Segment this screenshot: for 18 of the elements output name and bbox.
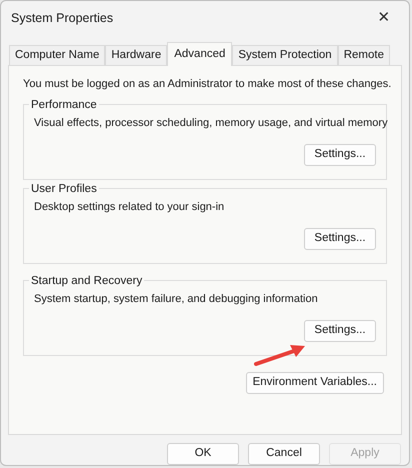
tab[interactable]: Remote (338, 44, 390, 65)
settings-button[interactable]: Settings... (304, 320, 376, 342)
tab[interactable]: Advanced (167, 42, 232, 66)
dialog-button[interactable]: Cancel (248, 443, 320, 465)
notice-text: You must be logged on as an Administrator to make most of these changes. (23, 76, 392, 92)
tab[interactable]: Computer Name (9, 44, 106, 65)
tab[interactable]: System Protection (232, 44, 338, 65)
environment-variables-button[interactable]: Environment Variables... (246, 372, 384, 394)
arrow (254, 342, 306, 367)
group-description: System startup, system failure, and debugging information (34, 292, 318, 307)
settings-button[interactable]: Settings... (304, 144, 376, 166)
settings-button[interactable]: Settings... (304, 228, 376, 250)
window-title: System Properties (11, 10, 114, 27)
close-button[interactable]: ✕ (369, 6, 399, 30)
dialog-button[interactable]: OK (167, 443, 239, 465)
group-description: Visual effects, processor scheduling, memory usage, and virtual memory (34, 116, 388, 131)
group-description: Desktop settings related to your sign-in (34, 200, 224, 215)
tab[interactable]: Hardware (105, 44, 168, 65)
